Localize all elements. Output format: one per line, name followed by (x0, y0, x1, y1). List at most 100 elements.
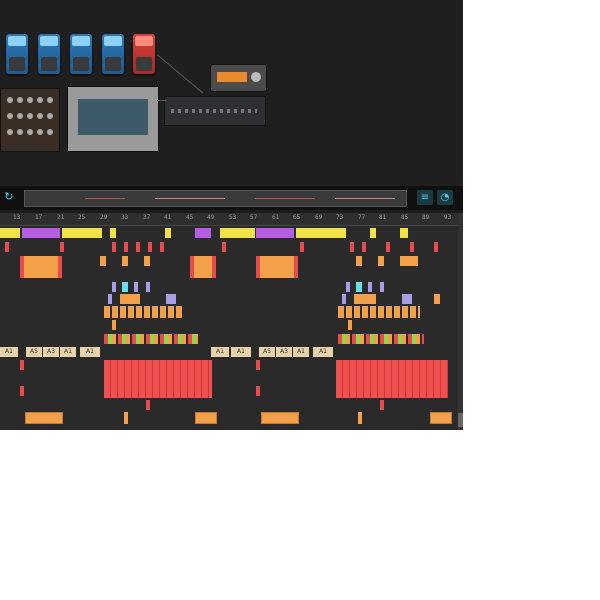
clip[interactable] (5, 242, 9, 252)
clip[interactable] (338, 306, 420, 318)
clip[interactable] (190, 256, 216, 278)
pattern-clip[interactable]: A3 (43, 347, 59, 357)
clip[interactable] (336, 360, 448, 398)
clip[interactable] (104, 360, 212, 398)
pattern-clip[interactable]: A1 (231, 347, 251, 357)
clip[interactable] (146, 282, 150, 292)
clip[interactable] (346, 282, 350, 292)
pedal-device[interactable] (102, 34, 124, 74)
pattern-clip[interactable]: A1 (60, 347, 76, 357)
clip[interactable] (256, 228, 294, 238)
clip[interactable] (0, 228, 20, 238)
clip[interactable] (300, 242, 304, 252)
clip[interactable] (368, 282, 372, 292)
clip[interactable] (348, 320, 352, 330)
clip[interactable] (25, 412, 63, 424)
clip[interactable] (380, 282, 384, 292)
clip[interactable] (402, 294, 412, 304)
distortion-pedal[interactable] (133, 34, 155, 74)
clip[interactable] (400, 256, 418, 266)
arrangement-grid[interactable]: A1 A5 A3 A1 A1 A1 A1 A5 A3 A1 A1 (0, 226, 458, 430)
clip[interactable] (110, 228, 116, 238)
clip[interactable] (256, 360, 260, 370)
pattern-clip[interactable]: A1 (313, 347, 333, 357)
clip[interactable] (122, 282, 128, 292)
pattern-clip[interactable]: A1 (0, 347, 18, 357)
pedal-device[interactable] (6, 34, 28, 74)
clip[interactable] (112, 242, 116, 252)
scrollbar-thumb[interactable] (458, 413, 463, 427)
timeline-ruler[interactable]: 13 17 21 25 29 33 37 41 45 49 53 57 61 6… (0, 213, 463, 226)
clip[interactable] (20, 256, 62, 278)
clip[interactable] (112, 320, 116, 330)
song-overview[interactable] (24, 190, 407, 207)
vertical-scrollbar[interactable] (458, 213, 463, 430)
clock-icon[interactable]: ◔ (437, 190, 453, 205)
clip[interactable] (370, 228, 376, 238)
clip[interactable] (166, 294, 176, 304)
clip[interactable] (124, 242, 128, 252)
pattern-clip[interactable]: A1 (293, 347, 309, 357)
clip[interactable] (124, 412, 128, 424)
pedal-device[interactable] (70, 34, 92, 74)
clip[interactable] (165, 228, 171, 238)
pattern-clip[interactable]: A5 (259, 347, 275, 357)
clip[interactable] (380, 400, 384, 410)
clip[interactable] (136, 242, 140, 252)
clip[interactable] (148, 242, 152, 252)
clip[interactable] (22, 228, 60, 238)
clip[interactable] (338, 334, 424, 344)
pedal-device[interactable] (38, 34, 60, 74)
clip[interactable] (104, 334, 198, 344)
clip[interactable] (62, 228, 102, 238)
clip[interactable] (362, 242, 366, 252)
list-icon[interactable]: ≡ (417, 190, 433, 205)
clip[interactable] (386, 242, 390, 252)
clip[interactable] (256, 386, 260, 396)
clip[interactable] (354, 294, 376, 304)
clip[interactable] (20, 386, 24, 396)
clip[interactable] (146, 400, 150, 410)
amp-device[interactable] (210, 64, 267, 92)
clip[interactable] (144, 256, 150, 266)
loop-icon[interactable]: ↻ (2, 190, 16, 204)
bar-number: 61 (272, 214, 280, 221)
clip[interactable] (100, 256, 106, 266)
clip[interactable] (261, 412, 299, 424)
clip[interactable] (358, 412, 362, 424)
clip[interactable] (378, 256, 384, 266)
clip[interactable] (160, 242, 164, 252)
clip[interactable] (108, 294, 112, 304)
pattern-clip[interactable]: A3 (276, 347, 292, 357)
clip[interactable] (356, 282, 362, 292)
clip[interactable] (120, 294, 140, 304)
clip[interactable] (122, 256, 128, 266)
clip[interactable] (134, 282, 138, 292)
sampler-device[interactable] (67, 86, 159, 152)
daw-window: ↻ ≡ ◔ 13 17 21 25 29 33 37 41 45 49 53 5… (0, 0, 463, 430)
clip[interactable] (104, 306, 184, 318)
clip[interactable] (350, 242, 354, 252)
clip[interactable] (112, 282, 116, 292)
clip[interactable] (220, 228, 255, 238)
bar-number: 93 (444, 214, 452, 221)
clip[interactable] (430, 412, 452, 424)
clip[interactable] (296, 228, 346, 238)
clip[interactable] (356, 256, 362, 266)
clip[interactable] (434, 242, 438, 252)
clip[interactable] (342, 294, 346, 304)
clip[interactable] (256, 256, 298, 278)
pattern-clip[interactable]: A1 (211, 347, 229, 357)
clip[interactable] (400, 228, 408, 238)
clip[interactable] (195, 412, 217, 424)
clip[interactable] (222, 242, 226, 252)
pattern-clip[interactable]: A1 (80, 347, 100, 357)
clip[interactable] (20, 360, 24, 370)
mixer-device[interactable] (164, 96, 266, 126)
clip[interactable] (195, 228, 211, 238)
pattern-clip[interactable]: A5 (26, 347, 42, 357)
clip[interactable] (410, 242, 414, 252)
clip[interactable] (434, 294, 440, 304)
clip[interactable] (60, 242, 64, 252)
synth-device[interactable] (0, 88, 60, 152)
